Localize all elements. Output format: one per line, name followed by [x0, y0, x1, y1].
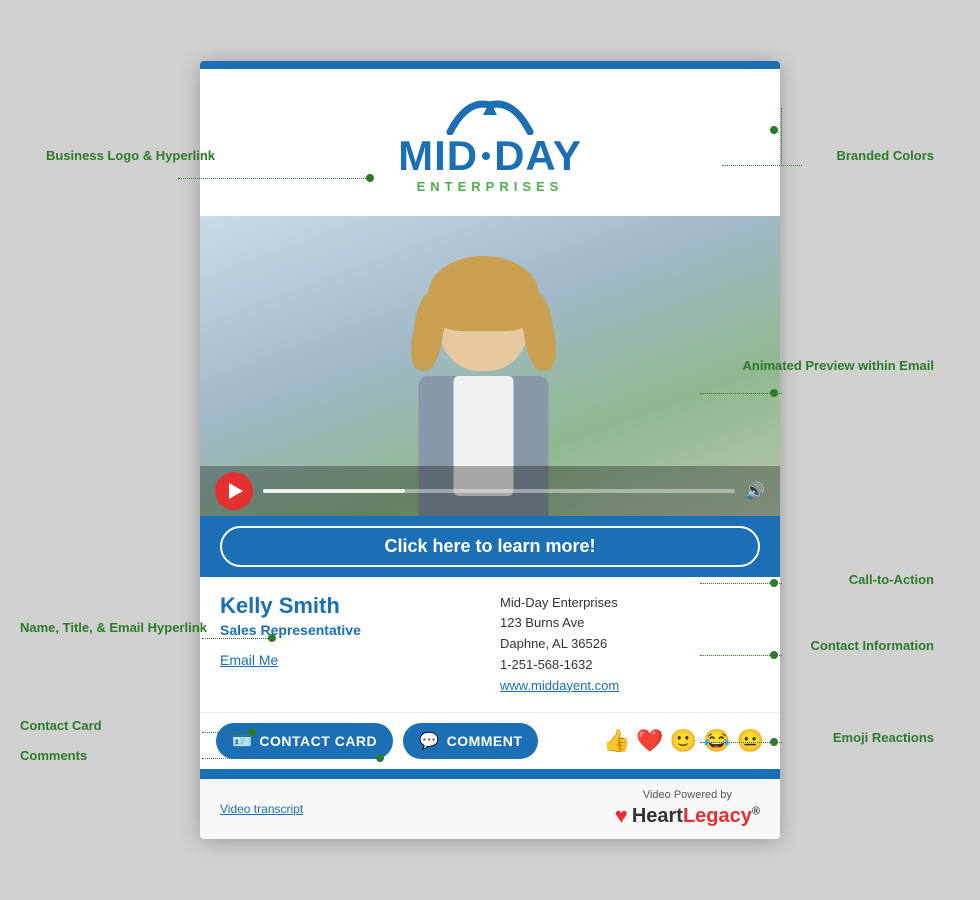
annotation-dot-preview [770, 389, 778, 397]
website-link[interactable]: www.middayent.com [500, 678, 619, 693]
logo-mid: MID [398, 135, 478, 177]
logo-section: MID DAY ENTERPRISES [200, 61, 780, 216]
phone: 1-251-568-1632 [500, 655, 760, 676]
annotation-line-logo [178, 178, 370, 179]
person-head [439, 271, 529, 371]
annotation-contact-info: Contact Information [811, 638, 935, 655]
heartlegacy-logo[interactable]: ♥ HeartLegacy® [615, 803, 760, 829]
play-button[interactable] [215, 472, 253, 510]
transcript-link[interactable]: Video transcript [220, 802, 303, 816]
annotation-line-comments [202, 758, 252, 759]
contact-title: Sales Representative [220, 622, 480, 638]
video-section[interactable]: 🔊 [200, 216, 780, 516]
comment-label: COMMENT [447, 733, 523, 749]
play-icon [229, 483, 243, 499]
progress-fill [263, 489, 405, 493]
logo-wrapper[interactable]: MID DAY ENTERPRISES [398, 97, 582, 194]
comment-icon: 💬 [419, 731, 439, 751]
annotation-line-branded [722, 165, 802, 166]
heart-icon: ♥ [615, 803, 628, 829]
main-container: MID DAY ENTERPRISES [0, 0, 980, 900]
address2: Daphne, AL 36526 [500, 634, 760, 655]
footer-bar [200, 769, 780, 779]
contact-right: Mid-Day Enterprises 123 Burns Ave Daphne… [500, 593, 760, 697]
contact-card-button[interactable]: 🪪 CONTACT CARD [216, 723, 393, 759]
footer-content: Video transcript Video Powered by ♥ Hear… [200, 779, 780, 839]
emoji-heart[interactable]: ❤️ [636, 728, 663, 754]
action-section: 🪪 CONTACT CARD 💬 COMMENT 👍 ❤️ 🙂 😂 😐 [200, 712, 780, 769]
logo-dot [482, 152, 490, 160]
dotted-line-branded [781, 108, 782, 166]
contact-card-label: CONTACT CARD [259, 733, 377, 749]
logo-day: DAY [494, 135, 582, 177]
emoji-thumbsup[interactable]: 👍 [603, 728, 630, 754]
annotation-dot-branded [770, 126, 778, 134]
annotation-comments: Comments [20, 748, 87, 765]
annotation-dot-emoji [770, 738, 778, 746]
annotation-dot-name [268, 634, 276, 642]
annotation-line-card [202, 732, 252, 733]
video-controls: 🔊 [200, 466, 780, 516]
address1: 123 Burns Ave [500, 613, 760, 634]
volume-icon[interactable]: 🔊 [745, 481, 765, 501]
annotation-dot-card [248, 728, 256, 736]
annotation-dot-logo [366, 174, 374, 182]
contact-name: Kelly Smith [220, 593, 480, 619]
annotation-dot-cta [770, 579, 778, 587]
annotation-business-logo: Business Logo & Hyperlink [46, 148, 215, 165]
powered-by: Video Powered by ♥ HeartLegacy® [615, 789, 760, 829]
annotation-cta: Call-to-Action [849, 572, 934, 589]
annotation-contact-card: Contact Card [20, 718, 102, 735]
powered-by-text: Video Powered by [643, 789, 732, 801]
contact-section: Kelly Smith Sales Representative Email M… [200, 577, 780, 713]
heartlegacy-text: HeartLegacy® [632, 805, 760, 828]
company-name: Mid-Day Enterprises [500, 593, 760, 614]
logo-arc-svg [445, 97, 535, 135]
email-link[interactable]: Email Me [220, 652, 480, 668]
cta-section: Click here to learn more! [200, 516, 780, 577]
annotation-animated-preview: Animated Preview within Email [743, 358, 934, 375]
annotation-name-title: Name, Title, & Email Hyperlink [20, 620, 207, 637]
progress-bar[interactable] [263, 489, 735, 493]
logo-enterprises: ENTERPRISES [417, 179, 564, 194]
annotation-dot-comments [376, 754, 384, 762]
annotation-branded-colors: Branded Colors [836, 148, 934, 165]
emoji-smile[interactable]: 🙂 [670, 728, 697, 754]
logo-text: MID DAY [398, 135, 582, 177]
annotation-line-name [202, 638, 272, 639]
annotation-emoji: Emoji Reactions [833, 730, 934, 747]
annotation-dot-contact [770, 651, 778, 659]
cta-button[interactable]: Click here to learn more! [220, 526, 760, 567]
contact-left: Kelly Smith Sales Representative Email M… [220, 593, 480, 697]
comment-button[interactable]: 💬 COMMENT [403, 723, 538, 759]
